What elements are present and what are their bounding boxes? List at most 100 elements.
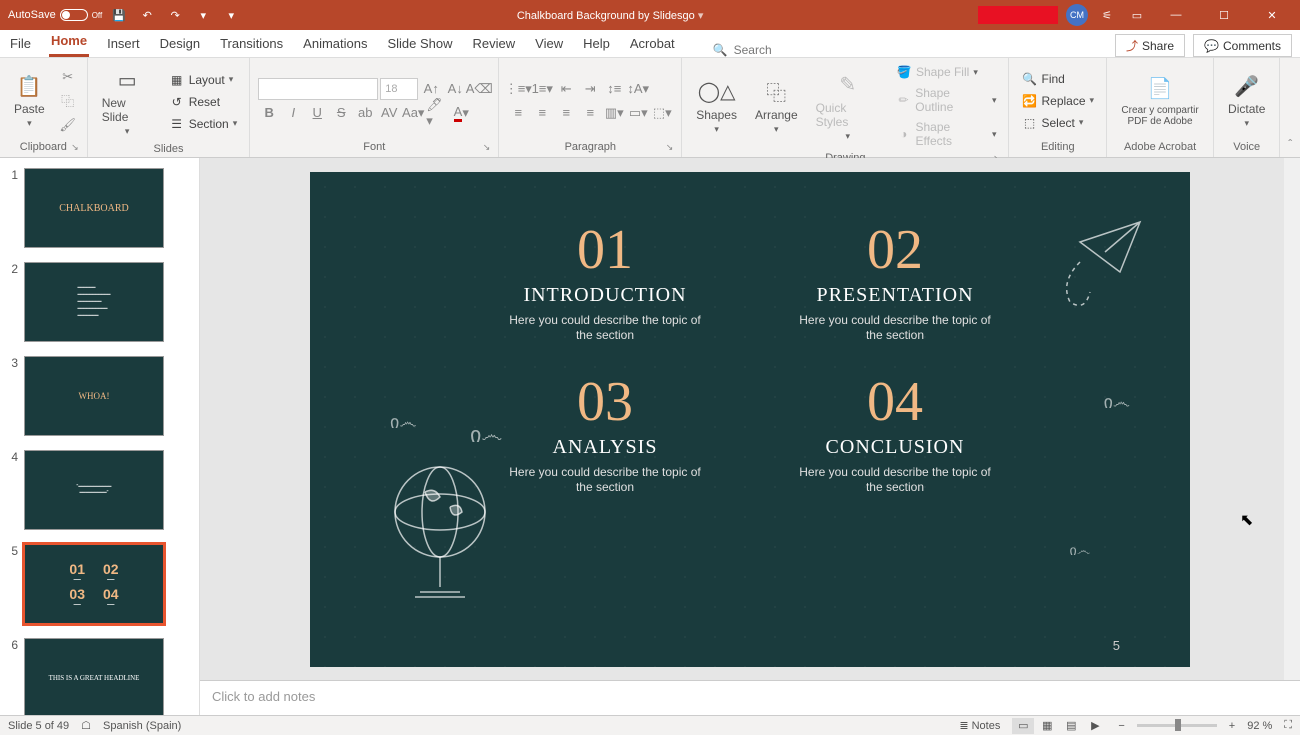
zoom-in-icon[interactable]: +	[1229, 720, 1235, 732]
char-spacing-icon[interactable]: AV	[378, 102, 400, 124]
tab-animations[interactable]: Animations	[301, 30, 369, 57]
slide-editor[interactable]: 01 INTRODUCTION Here you could describe …	[200, 158, 1300, 680]
tab-view[interactable]: View	[533, 30, 565, 57]
thumb-4[interactable]: "━━━━━━━━━━━━━━━━━━━━"	[24, 450, 164, 530]
columns-icon[interactable]: ▥▾	[603, 102, 625, 124]
decrease-indent-icon[interactable]: ⇤	[555, 78, 577, 100]
tab-transitions[interactable]: Transitions	[218, 30, 285, 57]
reset-button[interactable]: ↺Reset	[165, 92, 224, 112]
tab-file[interactable]: File	[8, 30, 33, 57]
layout-button[interactable]: ▦Layout▾	[165, 70, 238, 90]
select-button[interactable]: ⬚Select▾	[1017, 113, 1087, 133]
toc-item-1[interactable]: 01 INTRODUCTION Here you could describe …	[500, 222, 710, 344]
shadow-icon[interactable]: ab	[354, 102, 376, 124]
collapse-ribbon-icon[interactable]: ˆ	[1280, 58, 1300, 157]
minimize-icon[interactable]: —	[1156, 0, 1196, 30]
sorter-view-icon[interactable]: ▦	[1036, 718, 1058, 734]
slide-counter[interactable]: Slide 5 of 49	[8, 720, 69, 732]
zoom-slider[interactable]	[1137, 724, 1217, 727]
clear-format-icon[interactable]: A⌫	[468, 78, 490, 100]
toc-item-2[interactable]: 02 PRESENTATION Here you could describe …	[790, 222, 1000, 344]
justify-icon[interactable]: ≡	[579, 102, 601, 124]
ribbon-display-icon[interactable]: ⚟	[1096, 4, 1118, 26]
undo-icon[interactable]: ↶	[136, 4, 158, 26]
change-case-icon[interactable]: Aa▾	[402, 102, 424, 124]
reading-view-icon[interactable]: ▤	[1060, 718, 1082, 734]
font-launcher-icon[interactable]: ↘	[483, 142, 491, 153]
tab-design[interactable]: Design	[158, 30, 202, 57]
replace-button[interactable]: 🔁Replace▾	[1017, 91, 1098, 111]
user-avatar[interactable]: CM	[1066, 4, 1088, 26]
fit-window-icon[interactable]: ⛶	[1284, 719, 1292, 732]
zoom-level[interactable]: 92 %	[1247, 720, 1272, 732]
slideshow-view-icon[interactable]: ▶	[1084, 718, 1106, 734]
bullets-icon[interactable]: ⋮≡▾	[507, 78, 529, 100]
font-color-icon[interactable]: A▾	[450, 102, 472, 124]
present-from-start-icon[interactable]: ▾	[192, 4, 214, 26]
slide-canvas[interactable]: 01 INTRODUCTION Here you could describe …	[310, 172, 1190, 667]
thumb-5[interactable]: 01━━━ 02━━━ 03━━━ 04━━━	[24, 544, 164, 624]
strikethrough-icon[interactable]: S	[330, 102, 352, 124]
tab-slideshow[interactable]: Slide Show	[385, 30, 454, 57]
normal-view-icon[interactable]: ▭	[1012, 718, 1034, 734]
line-spacing-icon[interactable]: ↕≡	[603, 78, 625, 100]
thumb-2[interactable]: ━━━━━━━━━━━━━━━━━━━━━━━━━━━━━━━━━━━━━━━━…	[24, 262, 164, 342]
thumb-3[interactable]: WHOA!	[24, 356, 164, 436]
tab-review[interactable]: Review	[471, 30, 518, 57]
align-text-icon[interactable]: ▭▾	[627, 102, 649, 124]
numbering-icon[interactable]: 1≡▾	[531, 78, 553, 100]
save-icon[interactable]: 💾	[108, 4, 130, 26]
vertical-scrollbar[interactable]	[1284, 158, 1300, 680]
language-status[interactable]: Spanish (Spain)	[103, 720, 181, 732]
tab-help[interactable]: Help	[581, 30, 612, 57]
app-mode-icon[interactable]: ▭	[1126, 4, 1148, 26]
close-icon[interactable]: ✕	[1252, 0, 1292, 30]
thumbnail-panel[interactable]: 1CHALKBOARD 2━━━━━━━━━━━━━━━━━━━━━━━━━━━…	[0, 158, 200, 715]
section-button[interactable]: ☰Section▾	[165, 114, 242, 134]
font-name-combo[interactable]	[258, 78, 378, 100]
paste-button[interactable]: 📋 Paste▾	[8, 68, 51, 133]
comments-button[interactable]: 💬Comments	[1193, 34, 1292, 57]
underline-icon[interactable]: U	[306, 102, 328, 124]
font-size-combo[interactable]: 18	[380, 78, 418, 100]
thumb-1[interactable]: CHALKBOARD	[24, 168, 164, 248]
toc-item-4[interactable]: 04 CONCLUSION Here you could describe th…	[790, 374, 1000, 496]
align-center-icon[interactable]: ≡	[531, 102, 553, 124]
account-warning[interactable]	[978, 6, 1058, 24]
increase-indent-icon[interactable]: ⇥	[579, 78, 601, 100]
new-slide-button[interactable]: ▭ New Slide▾	[96, 62, 159, 141]
notes-toggle[interactable]: ≣ Notes	[959, 719, 1000, 732]
accessibility-icon[interactable]: ☖	[81, 719, 91, 732]
paragraph-launcher-icon[interactable]: ↘	[666, 142, 674, 153]
zoom-out-icon[interactable]: −	[1118, 720, 1124, 732]
cut-icon[interactable]: ✂	[57, 66, 79, 88]
align-left-icon[interactable]: ≡	[507, 102, 529, 124]
dictate-button[interactable]: 🎤Dictate▾	[1222, 68, 1271, 133]
autosave-toggle[interactable]: AutoSave Off	[8, 9, 102, 21]
search-box[interactable]: 🔍 Search	[713, 43, 772, 57]
adobe-pdf-button[interactable]: 📄Crear y compartir PDF de Adobe	[1115, 71, 1205, 131]
align-right-icon[interactable]: ≡	[555, 102, 577, 124]
tab-insert[interactable]: Insert	[105, 30, 142, 57]
arrange-button[interactable]: ⿻Arrange▾	[749, 74, 804, 139]
find-button[interactable]: 🔍Find	[1017, 69, 1068, 89]
smartart-icon[interactable]: ⬚▾	[651, 102, 673, 124]
maximize-icon[interactable]: ☐	[1204, 0, 1244, 30]
highlight-icon[interactable]: 🖊▾	[426, 102, 448, 124]
notes-pane[interactable]: Click to add notes	[200, 680, 1300, 715]
text-direction-icon[interactable]: ↕A▾	[627, 78, 649, 100]
toc-item-3[interactable]: 03 ANALYSIS Here you could describe the …	[500, 374, 710, 496]
tab-home[interactable]: Home	[49, 27, 89, 57]
redo-icon[interactable]: ↷	[164, 4, 186, 26]
qat-more-icon[interactable]: ▾	[220, 4, 242, 26]
share-button[interactable]: ⤴Share	[1115, 34, 1185, 57]
format-painter-icon[interactable]: 🖌	[57, 114, 79, 136]
clipboard-launcher-icon[interactable]: ↘	[71, 142, 79, 153]
bold-icon[interactable]: B	[258, 102, 280, 124]
tab-acrobat[interactable]: Acrobat	[628, 30, 677, 57]
slide-page-number: 5	[1113, 638, 1120, 653]
copy-icon[interactable]: ⿻	[57, 90, 79, 112]
italic-icon[interactable]: I	[282, 102, 304, 124]
shapes-button[interactable]: ◯△Shapes▾	[690, 74, 743, 139]
thumb-6[interactable]: THIS IS A GREAT HEADLINE	[24, 638, 164, 715]
